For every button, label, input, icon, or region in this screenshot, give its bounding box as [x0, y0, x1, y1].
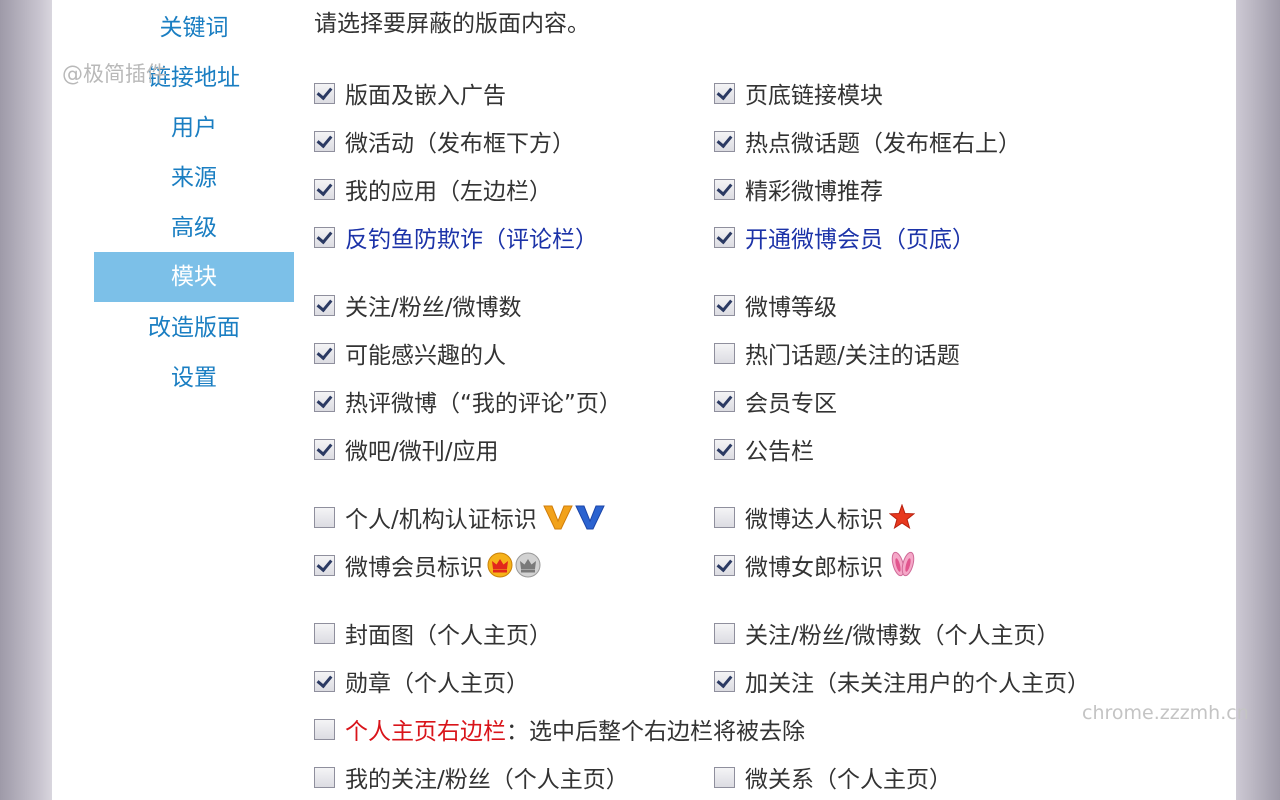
bunny-ears-icon [889, 551, 917, 579]
checkbox[interactable] [714, 294, 735, 316]
sidebar-item-keywords[interactable]: 关键词 [94, 3, 294, 53]
checkbox[interactable] [714, 130, 735, 152]
verified-v-orange-icon [542, 503, 573, 531]
option-cover-image[interactable]: 封面图（个人主页） [314, 617, 552, 649]
sidebar-item-source[interactable]: 来源 [94, 153, 294, 203]
option-medals[interactable]: 勋章（个人主页） [314, 665, 529, 697]
checkbox[interactable] [314, 390, 335, 412]
option-label: 个人主页右边栏 [345, 719, 506, 745]
option-my-apps[interactable]: 我的应用（左边栏） [314, 173, 552, 205]
option-label: 反钓鱼防欺诈（评论栏） [345, 227, 598, 253]
option-bulletin[interactable]: 公告栏 [714, 433, 814, 465]
option-follow-button[interactable]: 加关注（未关注用户的个人主页） [714, 665, 1090, 697]
checkbox[interactable] [314, 438, 335, 460]
option-daren-badge[interactable]: 微博达人标识 [714, 501, 915, 533]
checkbox[interactable] [714, 506, 735, 528]
checkbox[interactable] [714, 390, 735, 412]
sidebar-item-users[interactable]: 用户 [94, 103, 294, 153]
option-recommended-weibo[interactable]: 精彩微博推荐 [714, 173, 883, 205]
option-girl-badge[interactable]: 微博女郎标识 [714, 549, 917, 581]
option-vip-promo[interactable]: 开通微博会员（页底） [714, 221, 975, 253]
watermark-top-left: @极简插件 [62, 62, 167, 86]
checkbox[interactable] [714, 554, 735, 576]
option-footer-links[interactable]: 页底链接模块 [714, 77, 883, 109]
option-hot-comments[interactable]: 热评微博（“我的评论”页） [314, 385, 622, 417]
checkbox[interactable] [314, 766, 335, 788]
checkbox[interactable] [314, 226, 335, 248]
option-profile-right-sidebar[interactable]: 个人主页右边栏 ：选中后整个右边栏将被去除 [314, 713, 805, 745]
option-label: 微活动（发布框下方） [345, 131, 575, 157]
sidebar-item-settings[interactable]: 设置 [94, 353, 294, 403]
verified-v-blue-icon [574, 503, 605, 531]
option-people-may-like[interactable]: 可能感兴趣的人 [314, 337, 506, 369]
sidebar-item-advanced[interactable]: 高级 [94, 203, 294, 253]
option-vip-badge[interactable]: 微博会员标识 [314, 549, 541, 581]
option-label: 会员专区 [745, 391, 837, 417]
sidebar-item-modules[interactable]: 模块 [94, 252, 294, 302]
checkbox[interactable] [714, 342, 735, 364]
option-label: 精彩微博推荐 [745, 179, 883, 205]
option-label: 封面图（个人主页） [345, 623, 552, 649]
option-label: 勋章（个人主页） [345, 671, 529, 697]
option-hot-topics-top[interactable]: 热点微话题（发布框右上） [714, 125, 1021, 157]
option-micro-relations[interactable]: 微关系（个人主页） [714, 761, 952, 793]
vip-crown-gray-icon [515, 552, 541, 578]
option-hot-topics[interactable]: 热门话题/关注的话题 [714, 337, 960, 369]
option-label: 版面及嵌入广告 [345, 83, 506, 109]
daren-star-icon [889, 504, 915, 530]
option-weibo-level[interactable]: 微博等级 [714, 289, 837, 321]
checkbox[interactable] [314, 178, 335, 200]
checkbox[interactable] [314, 82, 335, 104]
option-label: 微吧/微刊/应用 [345, 439, 499, 465]
page-prompt: 请选择要屏蔽的版面内容。 [314, 11, 590, 37]
option-label: 页底链接模块 [745, 83, 883, 109]
option-label: 关注/粉丝/微博数（个人主页） [745, 623, 1060, 649]
checkbox[interactable] [714, 226, 735, 248]
option-label: 微博会员标识 [345, 555, 483, 581]
checkbox[interactable] [314, 342, 335, 364]
sidebar-item-layout[interactable]: 改造版面 [94, 303, 294, 353]
checkbox[interactable] [714, 622, 735, 644]
option-note: ：选中后整个右边栏将被去除 [506, 719, 805, 745]
option-label: 热点微话题（发布框右上） [745, 131, 1021, 157]
checkbox[interactable] [314, 506, 335, 528]
option-label: 公告栏 [745, 439, 814, 465]
checkbox[interactable] [314, 130, 335, 152]
checkbox[interactable] [714, 82, 735, 104]
checkbox[interactable] [714, 438, 735, 460]
option-weiba-apps[interactable]: 微吧/微刊/应用 [314, 433, 499, 465]
vip-crown-color-icon [487, 552, 513, 578]
option-label: 我的应用（左边栏） [345, 179, 552, 205]
option-micro-activity[interactable]: 微活动（发布框下方） [314, 125, 575, 157]
option-profile-counts[interactable]: 关注/粉丝/微博数（个人主页） [714, 617, 1060, 649]
option-label: 微博女郎标识 [745, 555, 883, 581]
option-label: 微博等级 [745, 295, 837, 321]
option-label: 微关系（个人主页） [745, 767, 952, 793]
option-label: 个人/机构认证标识 [345, 507, 537, 533]
option-my-follows[interactable]: 我的关注/粉丝（个人主页） [314, 761, 629, 793]
option-label: 热门话题/关注的话题 [745, 343, 960, 369]
option-label: 加关注（未关注用户的个人主页） [745, 671, 1090, 697]
option-label: 微博达人标识 [745, 507, 883, 533]
watermark-bottom-right: chrome.zzzmh.cn [1082, 702, 1249, 724]
option-label: 开通微博会员（页底） [745, 227, 975, 253]
checkbox[interactable] [714, 178, 735, 200]
checkbox[interactable] [314, 622, 335, 644]
option-ads[interactable]: 版面及嵌入广告 [314, 77, 506, 109]
option-verified-badge[interactable]: 个人/机构认证标识 [314, 501, 605, 533]
checkbox[interactable] [714, 670, 735, 692]
option-follow-counts[interactable]: 关注/粉丝/微博数 [314, 289, 522, 321]
option-vip-zone[interactable]: 会员专区 [714, 385, 837, 417]
checkbox[interactable] [314, 670, 335, 692]
option-anti-phishing[interactable]: 反钓鱼防欺诈（评论栏） [314, 221, 598, 253]
option-label: 关注/粉丝/微博数 [345, 295, 522, 321]
checkbox[interactable] [714, 766, 735, 788]
checkbox[interactable] [314, 294, 335, 316]
option-label: 我的关注/粉丝（个人主页） [345, 767, 629, 793]
option-label: 热评微博（“我的评论”页） [345, 391, 622, 417]
checkbox[interactable] [314, 554, 335, 576]
checkbox[interactable] [314, 718, 335, 740]
option-label: 可能感兴趣的人 [345, 343, 506, 369]
